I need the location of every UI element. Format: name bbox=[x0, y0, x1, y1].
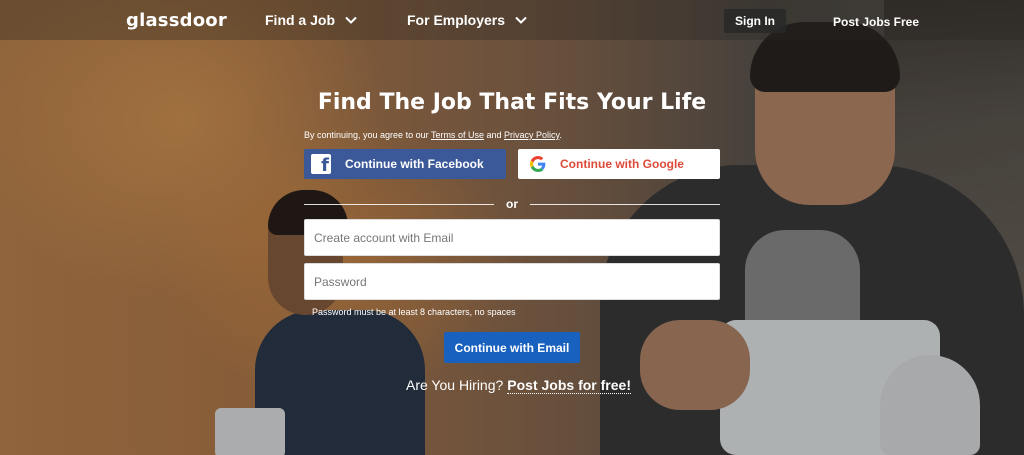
chevron-down-icon bbox=[515, 16, 527, 24]
or-label: or bbox=[506, 197, 518, 211]
password-field[interactable] bbox=[304, 263, 720, 300]
nav-find-a-job[interactable]: Find a Job bbox=[265, 12, 359, 28]
post-jobs-free-link[interactable]: Post Jobs Free bbox=[833, 15, 919, 29]
terms-suffix: . bbox=[559, 130, 562, 140]
hiring-prompt: Are You Hiring? Post Jobs for free! bbox=[406, 377, 631, 394]
hiring-question: Are You Hiring? bbox=[406, 377, 504, 393]
terms-notice: By continuing, you agree to our Terms of… bbox=[304, 130, 562, 140]
terms-of-use-link[interactable]: Terms of Use bbox=[431, 130, 484, 140]
nav-for-employers-label: For Employers bbox=[407, 12, 506, 28]
password-hint: Password must be at least 8 characters, … bbox=[312, 307, 516, 317]
google-button-label: Continue with Google bbox=[560, 157, 684, 171]
divider-line-right bbox=[530, 203, 720, 205]
post-jobs-for-free-link[interactable]: Post Jobs for free! bbox=[507, 377, 631, 394]
chevron-down-icon bbox=[345, 16, 357, 24]
email-field[interactable] bbox=[304, 219, 720, 256]
page-headline: Find The Job That Fits Your Life bbox=[317, 90, 707, 115]
terms-prefix: By continuing, you agree to our bbox=[304, 130, 429, 140]
sign-in-button[interactable]: Sign In bbox=[724, 9, 786, 33]
facebook-button-label: Continue with Facebook bbox=[345, 157, 484, 171]
privacy-policy-link[interactable]: Privacy Policy bbox=[504, 130, 559, 140]
nav-find-a-job-label: Find a Job bbox=[265, 12, 335, 28]
continue-with-facebook-button[interactable]: f Continue with Facebook bbox=[304, 149, 506, 179]
top-navigation-bar: glassdoor Find a Job For Employers Sign … bbox=[0, 0, 1024, 40]
glassdoor-logo[interactable]: glassdoor bbox=[126, 10, 227, 31]
terms-and: and bbox=[486, 130, 502, 140]
continue-with-google-button[interactable]: Continue with Google bbox=[518, 149, 720, 179]
continue-with-email-button[interactable]: Continue with Email bbox=[444, 332, 580, 363]
nav-for-employers[interactable]: For Employers bbox=[407, 12, 529, 28]
google-icon bbox=[530, 156, 546, 172]
divider-line-left bbox=[304, 203, 494, 205]
facebook-icon: f bbox=[311, 154, 331, 174]
or-divider: or bbox=[304, 197, 720, 211]
